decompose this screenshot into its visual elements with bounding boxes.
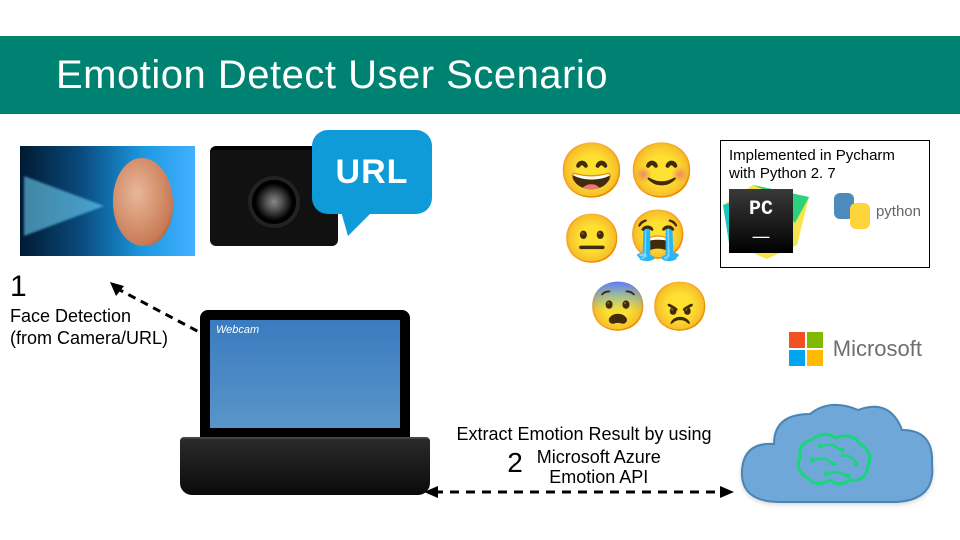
laptop-screen [200, 310, 410, 438]
emoji-grin: 😄 [558, 144, 625, 198]
title-band: Emotion Detect User Scenario [0, 36, 960, 114]
azure-cloud [730, 392, 940, 522]
emoji-crying: 😭 [628, 212, 688, 260]
webcam-lens [252, 180, 296, 224]
python-logo: python [834, 193, 921, 229]
emoji-smile: 😊 [628, 144, 695, 198]
face-scan-image [20, 146, 195, 256]
url-speech-bubble: URL [312, 130, 432, 214]
step-2-line1: Extract Emotion Result by using [444, 424, 724, 445]
step-2-number: 2 [507, 447, 523, 479]
implementation-info-box: Implemented in Pycharm with Python 2. 7 … [720, 140, 930, 268]
brain-ai-icon [792, 430, 876, 490]
step-2-line2: Microsoft Azure [537, 447, 661, 467]
python-icon [834, 193, 870, 229]
emoji-neutral: 😐 [562, 216, 622, 264]
emoji-angry: 😠 [650, 284, 710, 332]
laptop-base [180, 437, 430, 495]
laptop-image [180, 310, 430, 505]
pycharm-label-bottom: _ [745, 213, 778, 244]
emoji-fearful: 😨 [588, 284, 648, 332]
slide-title: Emotion Detect User Scenario [56, 53, 608, 98]
dashed-arrow-2 [424, 484, 734, 500]
url-text: URL [336, 153, 409, 192]
face-silhouette [113, 158, 173, 246]
laptop-display [210, 320, 400, 428]
scan-beam [24, 176, 104, 236]
pycharm-icon: PC _ [729, 189, 793, 253]
step-2-caption: Extract Emotion Result by using 2 Micros… [444, 424, 724, 488]
microsoft-label: Microsoft [833, 336, 922, 362]
step-1-number: 1 [10, 270, 27, 304]
microsoft-logo: Microsoft [789, 332, 922, 366]
microsoft-icon [789, 332, 823, 366]
python-label: python [876, 203, 921, 220]
implementation-text: Implemented in Pycharm with Python 2. 7 [729, 147, 921, 183]
